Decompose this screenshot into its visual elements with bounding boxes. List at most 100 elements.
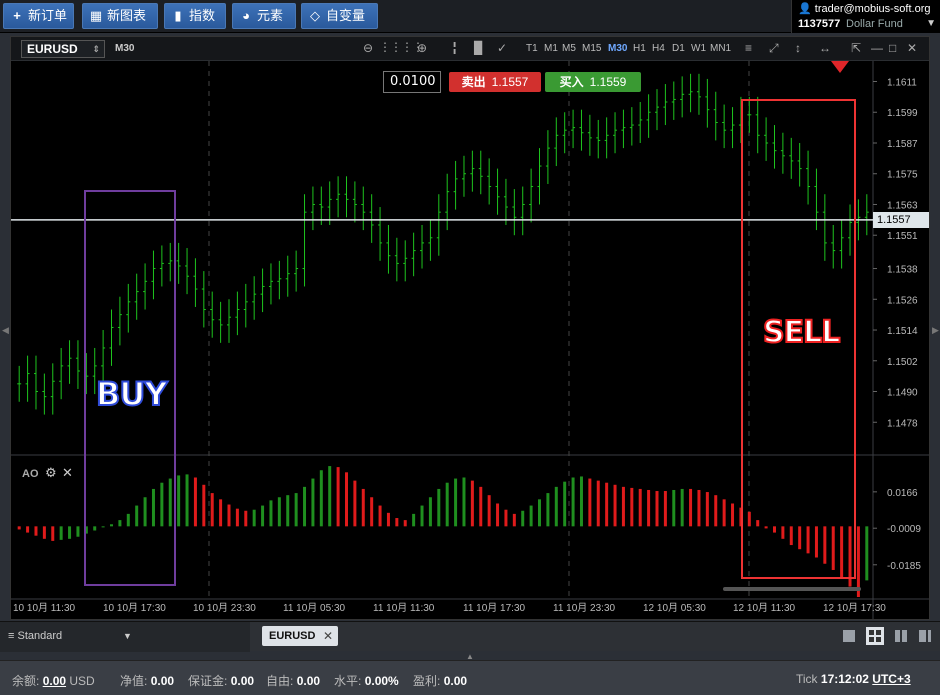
candle-chart-type-icon[interactable]: ▉ xyxy=(474,41,483,55)
grid-layout-icon[interactable] xyxy=(866,627,884,645)
expand-diagonal-icon[interactable]: ⤢ xyxy=(769,41,779,56)
buy-button[interactable]: 买入 1.1559 xyxy=(545,72,641,92)
account-id: 1137577 xyxy=(798,18,841,30)
plus-icon: + xyxy=(13,8,21,23)
profit-label: 盈利: xyxy=(413,674,441,688)
time-tick-label: 12 10月 17:30 xyxy=(823,602,886,614)
vertical-resize-icon[interactable]: ↕ xyxy=(795,41,801,55)
single-layout-icon[interactable] xyxy=(842,629,856,643)
collapse-right-icon[interactable]: ▶ xyxy=(932,325,939,336)
chart-header: EURUSD ⇕ M30 ⊖ ⋮⋮⋮⋮ ⊕ ╏ ▉ ✓ T1 M1 M5 M15 … xyxy=(11,37,929,61)
buy-annotation-text: BUY xyxy=(95,374,169,414)
new-chart-label: 新图表 xyxy=(107,8,147,23)
current-price-marker: 1.1557 xyxy=(873,211,929,228)
bar-chart-type-icon[interactable]: ╏ xyxy=(451,41,458,55)
sell-label: 卖出 xyxy=(461,75,486,89)
tick-field: Tick 17:12:02 UTC+3 xyxy=(796,672,911,686)
vertical-split-icon[interactable] xyxy=(894,629,908,643)
updown-arrow-icon: ⇕ xyxy=(92,44,100,54)
time-tick-label: 11 10月 05:30 xyxy=(283,602,346,614)
line-chart-type-icon[interactable]: ✓ xyxy=(497,41,507,55)
variables-button[interactable]: ◇ 自变量 xyxy=(301,3,378,29)
zoom-out-icon[interactable]: ⊖ xyxy=(363,41,373,55)
price-tick-label: 1.1526 xyxy=(887,295,918,306)
tf-d1[interactable]: D1 xyxy=(672,43,685,54)
time-tick-label: 12 10月 11:30 xyxy=(733,602,796,614)
sell-button[interactable]: 卖出 1.1557 xyxy=(449,72,541,92)
time-tick-label: 12 10月 05:30 xyxy=(643,602,706,614)
tab-eurusd[interactable]: EURUSD ✕ xyxy=(262,626,338,646)
close-tab-icon[interactable]: ✕ xyxy=(323,626,333,646)
new-order-button[interactable]: + 新订单 xyxy=(3,3,74,29)
buy-price: 1.1559 xyxy=(589,75,627,89)
time-tick-label: 11 10月 23:30 xyxy=(553,602,616,614)
last-bar-marker-icon xyxy=(831,61,849,73)
ao-tick-label: -0.0009 xyxy=(887,524,921,535)
zoom-in-icon[interactable]: ⊕ xyxy=(417,41,427,55)
profit-value: 0.00 xyxy=(443,674,468,688)
tf-m5[interactable]: M5 xyxy=(562,43,576,54)
bar-chart-icon: ▮ xyxy=(174,8,182,23)
minimize-icon[interactable]: — xyxy=(871,41,883,55)
time-tick-label: 10 10月 11:30 xyxy=(13,602,76,614)
close-icon[interactable]: ✕ xyxy=(907,41,917,55)
horizontal-resize-icon[interactable]: ↔ xyxy=(819,41,831,55)
popout-icon[interactable]: ⇱ xyxy=(851,41,861,55)
tf-m15[interactable]: M15 xyxy=(582,43,601,54)
currency-label: USD xyxy=(69,674,95,688)
free-label: 自由: xyxy=(266,674,294,688)
horizontal-split-icon[interactable] xyxy=(918,629,932,643)
price-tick-label: 1.1575 xyxy=(887,170,918,181)
price-tick-label: 1.1514 xyxy=(887,326,918,337)
objects-button[interactable]: ◕ 元素 xyxy=(232,3,296,29)
balance-value: 0.00 xyxy=(42,674,67,688)
price-tick-label: 1.1599 xyxy=(887,108,918,119)
indicators-label: 指数 xyxy=(189,8,216,23)
tf-h1[interactable]: H1 xyxy=(633,43,646,54)
chart-window: EURUSD ⇕ M30 ⊖ ⋮⋮⋮⋮ ⊕ ╏ ▉ ✓ T1 M1 M5 M15 … xyxy=(10,36,930,620)
lot-step-input[interactable]: 0.0100 xyxy=(383,71,441,93)
time-tick-label: 10 10月 17:30 xyxy=(103,602,166,614)
tf-h4[interactable]: H4 xyxy=(652,43,665,54)
equity-label: 净值: xyxy=(120,674,148,688)
tf-m1[interactable]: M1 xyxy=(544,43,558,54)
tf-w1[interactable]: W1 xyxy=(691,43,706,54)
symbol-select[interactable]: EURUSD ⇕ xyxy=(21,40,105,58)
equity-field: 净值: 0.00 xyxy=(120,672,174,689)
timezone-select[interactable]: UTC+3 xyxy=(872,672,910,686)
price-tick-label: 1.1587 xyxy=(887,139,918,150)
workspace-select[interactable]: ≡ Standard ▼ xyxy=(0,622,250,652)
account-menu[interactable]: 👤 trader@mobius-soft.org 1137577 Dollar … xyxy=(791,0,940,33)
workspace-name: Standard xyxy=(17,630,63,642)
account-user: 👤 trader@mobius-soft.org xyxy=(798,2,930,15)
gear-icon[interactable]: ⚙ xyxy=(45,465,57,481)
panel-grip-icon[interactable]: ▲ xyxy=(463,652,477,661)
margin-level-field: 水平: 0.00% xyxy=(334,672,399,689)
account-email: trader@mobius-soft.org xyxy=(814,3,931,15)
tf-m30[interactable]: M30 xyxy=(608,43,627,54)
indicators-button[interactable]: ▮ 指数 xyxy=(164,3,226,29)
balance-field: 余额: 0.00 USD xyxy=(12,672,95,689)
tf-mn1[interactable]: MN1 xyxy=(710,43,731,54)
close-indicator-icon[interactable]: ✕ xyxy=(62,465,73,481)
status-bar: 余额: 0.00 USD 净值: 0.00 保证金: 0.00 自由: 0.00… xyxy=(0,660,940,695)
caret-down-icon: ▼ xyxy=(123,631,132,641)
margin-value: 0.00 xyxy=(230,674,255,688)
collapse-left-icon[interactable]: ◀ xyxy=(2,325,9,336)
new-order-label: 新订单 xyxy=(28,8,68,23)
maximize-icon[interactable]: □ xyxy=(889,41,896,55)
horizontal-scrollbar[interactable] xyxy=(723,587,861,591)
tf-t1[interactable]: T1 xyxy=(526,43,538,54)
caret-down-icon[interactable]: ▼ xyxy=(926,18,936,29)
price-tick-label: 1.1502 xyxy=(887,357,918,368)
indicator-list-icon[interactable]: ≡ xyxy=(745,41,752,55)
tab-label: EURUSD xyxy=(269,630,316,642)
profit-field: 盈利: 0.00 xyxy=(413,672,467,689)
price-tick-label: 1.1551 xyxy=(887,231,918,242)
price-tick-label: 1.1478 xyxy=(887,418,918,429)
price-tick-label: 1.1490 xyxy=(887,388,918,399)
workspace-value: ≡ Standard xyxy=(8,630,62,642)
shapes-icon: ◕ xyxy=(242,8,250,23)
level-value: 0.00% xyxy=(364,674,399,688)
new-chart-button[interactable]: ▦ 新图表 xyxy=(82,3,158,29)
